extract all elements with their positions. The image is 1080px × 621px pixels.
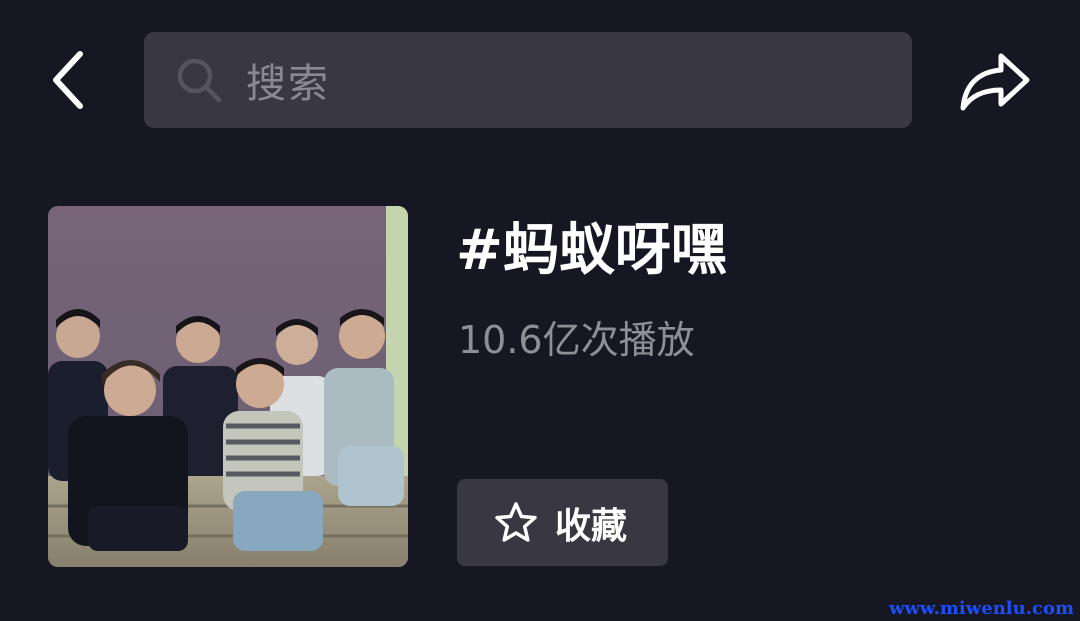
search-bar[interactable]: 搜索 — [144, 32, 912, 128]
topic-cover-image[interactable] — [48, 206, 408, 567]
search-icon — [174, 55, 224, 105]
share-arrow-icon — [960, 53, 1030, 111]
star-outline-icon — [493, 500, 539, 546]
watermark: www.miwenlu.com — [888, 598, 1074, 619]
search-placeholder: 搜索 — [246, 61, 330, 107]
topic-title: #蚂蚁呀嘿 — [456, 218, 727, 283]
play-count: 10.6亿次播放 — [458, 318, 695, 362]
chevron-left-icon — [53, 51, 83, 109]
share-button[interactable] — [955, 45, 1035, 117]
back-button[interactable] — [40, 40, 100, 120]
favorite-label: 收藏 — [555, 505, 628, 547]
favorite-button[interactable]: 收藏 — [457, 479, 668, 566]
